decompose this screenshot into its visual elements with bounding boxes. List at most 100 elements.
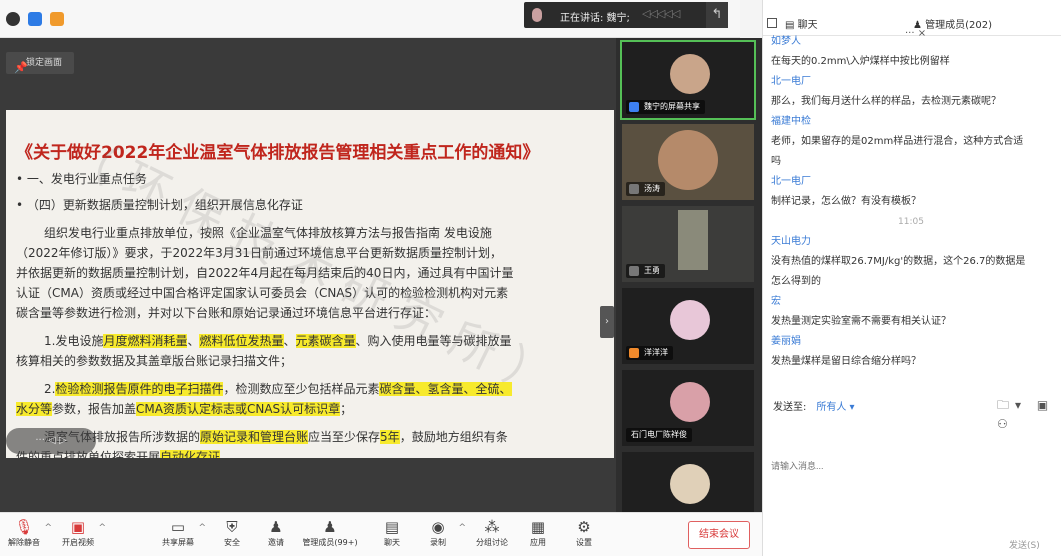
slide-item-1: 1.发电设施月度燃料消耗量、燃料低位发热量、元素碳含量、购入使用电量等与碳排放量	[44, 334, 512, 348]
message-text: 怎么得到的	[771, 276, 821, 287]
send-to-selector[interactable]: 发送至: 所有人 ▾	[773, 398, 855, 413]
chevron-up-icon[interactable]: ^	[458, 523, 466, 533]
slide-paragraph-line: （2022年修订版）》要求，于2022年3月31日前通过环境信息平台更新数据质量…	[16, 246, 502, 260]
screen-share-icon	[629, 102, 639, 112]
apps-button[interactable]: ▦ 应用	[516, 517, 560, 555]
video-tile[interactable]: 王勇	[622, 206, 754, 282]
avatar	[670, 464, 710, 504]
video-tile[interactable]: 魏宁的屏幕共享	[620, 40, 756, 120]
message-timestamp: 11:05	[898, 217, 924, 227]
participant-name: 石门电厂陈祥俊	[626, 428, 692, 442]
meeting-toolbar: 🎙 解除静音 ^ ▣ 开启视频 ^ ▭ 共享屏幕 ^ ⛨ 安全 ♟ 邀请 ♟ 管理成员(99+) …	[0, 512, 762, 556]
record-icon: ◉	[431, 518, 445, 536]
pin-icon[interactable]: ↰	[706, 2, 728, 28]
message-text: 那么，我们每月送什么样的样品，去检测元素碳呢？	[771, 96, 1001, 107]
participant-name: 王勇	[626, 264, 665, 278]
mic-muted-icon	[629, 184, 639, 194]
signal-icon[interactable]	[50, 12, 64, 26]
side-panel: ▤ 聊天 ··· × ♟ 管理成员(202) 如梦人 在每天的0.2mm\入炉煤…	[762, 0, 1061, 556]
lock-screen-button[interactable]: 📌 锁定画面	[6, 52, 75, 74]
mic-muted-icon	[629, 266, 639, 276]
window-icon[interactable]	[767, 18, 777, 28]
avatar	[658, 130, 718, 190]
slide-item-2-line2: 水分等参数，报告加盖CMA资质认定标志或CNAS认可标识章；	[16, 402, 353, 416]
participant-name: 汤涛	[626, 182, 665, 196]
pin-icon: 📌	[14, 61, 28, 74]
send-to-label: 发送至:	[773, 402, 807, 413]
members-icon: ♟	[323, 518, 337, 536]
shield-icon: ⛨	[226, 518, 238, 536]
slide-item-2: 2.检验检测报告原件的电子扫描件，检测数应至少包括样品元素碳含量、氢含量、全硫、	[44, 382, 512, 396]
participant-name: 洋洋洋	[626, 346, 673, 360]
send-button[interactable]: 发送(S)	[1009, 538, 1040, 551]
breakout-icon: ⁂	[484, 518, 500, 536]
slide-bullet: • （四）更新数据质量控制计划，组织开展信息化存证	[16, 198, 303, 212]
share-screen-button[interactable]: ▭ 共享屏幕 ^	[156, 517, 206, 555]
message-text: 老师，如果留存的是02mm样品进行混合，这种方式合适	[771, 136, 1024, 147]
chevron-up-icon[interactable]: ^	[198, 523, 206, 533]
speaker-avatar	[532, 8, 542, 22]
message-text: 制样记录，怎么做？有没有模板？	[771, 196, 921, 207]
info-icon[interactable]	[6, 12, 20, 26]
invite-button[interactable]: ♟ 邀请	[254, 517, 298, 555]
collapse-gallery-button[interactable]: ›	[600, 306, 614, 338]
avatar	[670, 300, 710, 340]
message-sender: 福建中检	[771, 116, 811, 127]
security-button[interactable]: ⛨ 安全	[210, 517, 254, 555]
message-text: 发热量测定实验室需不需要有相关认证？	[771, 316, 951, 327]
message-text: 发热量煤样是留日综合缩分样吗？	[771, 356, 921, 367]
unmute-button[interactable]: 🎙 解除静音 ^	[2, 517, 52, 555]
video-tile[interactable]: 汤涛	[622, 124, 754, 200]
slide-paragraph-line: 认证（CMA）资质或经过中国合格评定国家认可委员会（CNAS）认可的检验检测机构…	[16, 286, 509, 300]
video-tile[interactable]: 石门电厂陈祥俊	[622, 370, 754, 446]
chevron-up-icon[interactable]: ^	[44, 523, 52, 533]
lock-screen-label: 锁定画面	[26, 58, 63, 68]
mic-muted-icon	[629, 348, 639, 358]
start-video-button[interactable]: ▣ 开启视频 ^	[56, 517, 106, 555]
tab-chat[interactable]: ▤ 聊天	[785, 16, 818, 31]
record-button[interactable]: ◉ 录制 ^	[416, 517, 466, 555]
slide-bullet: • 一、发电行业重点任务	[16, 172, 147, 186]
message-sender: 北一电厂	[771, 176, 811, 187]
message-sender: 天山电力	[771, 236, 811, 247]
avatar	[670, 54, 710, 94]
manage-members-button[interactable]: ♟ 管理成员(99+)	[298, 517, 362, 555]
chevron-up-icon[interactable]: ^	[98, 523, 106, 533]
video-tile[interactable]: 洋洋洋	[622, 288, 754, 364]
chat-input[interactable]	[771, 416, 1053, 516]
video-gallery: 魏宁的屏幕共享 汤涛 王勇 洋洋洋 石门电厂陈祥俊	[616, 38, 762, 528]
tab-members[interactable]: ♟ 管理成员(202)	[913, 16, 992, 31]
recipient-dropdown[interactable]: 所有人 ▾	[816, 402, 854, 413]
chat-button[interactable]: ▤ 聊天	[370, 517, 414, 555]
message-sender: 如梦人	[771, 36, 801, 47]
audio-wave-icon: ◁◁◁◁◁	[642, 7, 680, 20]
message-text: 没有热值的煤样取26.7MJ/kg'的数据，这个26.7的数据是	[771, 256, 1026, 267]
share-screen-icon: ▭	[170, 518, 186, 536]
avatar	[670, 382, 710, 422]
active-speaker-indicator: 正在讲话: 魏宁; ◁◁◁◁◁ ↰	[524, 2, 728, 28]
shield-icon[interactable]	[28, 12, 42, 26]
chat-messages: 如梦人 在每天的0.2mm\入炉煤样中按比例留样 北一电厂 那么，我们每月送什么…	[771, 32, 1061, 392]
participant-name: 魏宁的屏幕共享	[626, 100, 705, 114]
screen-share-area: 📌 锁定画面 《关于做好2022年企业温室气体排放报告管理相关重点工作的通知》 …	[0, 38, 616, 512]
settings-button[interactable]: ⚙ 设置	[562, 517, 606, 555]
slide-item-3: 温室气体排放报告所涉数据的原始记录和管理台账应当至少保存5年，鼓励地方组织有条	[44, 430, 508, 444]
end-meeting-button[interactable]: 结束会议	[688, 521, 750, 549]
message-sender: 宏	[771, 296, 781, 307]
slide-controls[interactable]: ··· ◁ ▷	[6, 428, 96, 454]
slide-title: 《关于做好2022年企业温室气体排放报告管理相关重点工作的通知》	[16, 143, 540, 163]
message-text: 在每天的0.2mm\入炉煤样中按比例留样	[771, 56, 950, 67]
speaking-label: 正在讲话: 魏宁;	[560, 13, 630, 24]
message-sender: 姜丽娟	[771, 336, 801, 347]
breakout-button[interactable]: ⁂ 分组讨论	[470, 517, 514, 555]
slide-paragraph-line: 并依据更新的数据质量控制计划，自2022年4月起在每月结束后的40日内，通过具有…	[16, 266, 514, 280]
gear-icon: ⚙	[577, 518, 591, 536]
apps-icon: ▦	[530, 518, 546, 536]
avatar	[678, 210, 708, 270]
add-user-icon: ♟	[269, 518, 283, 536]
chat-icon: ▤	[384, 518, 400, 536]
video-off-icon: ▣	[70, 518, 86, 536]
slide-item-1-line2: 核算相关的参数数据及其盖章版台账记录扫描文件；	[16, 354, 293, 368]
message-text: 吗	[771, 156, 781, 167]
message-sender: 北一电厂	[771, 76, 811, 87]
